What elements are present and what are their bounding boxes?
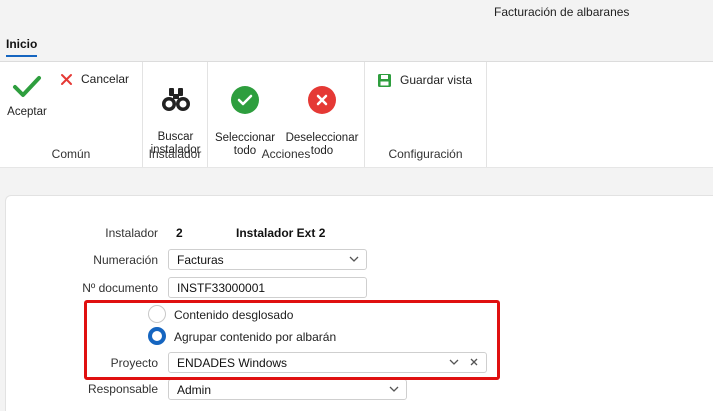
seleccionar-todo-button[interactable]: Seleccionar todo bbox=[212, 73, 278, 158]
deseleccionar-todo-button[interactable]: Deseleccionar todo bbox=[282, 73, 362, 158]
group-label-acciones: Acciones bbox=[261, 147, 311, 161]
group-acciones: Seleccionar todo Deseleccionar todo Acci… bbox=[208, 62, 365, 167]
numeracion-select[interactable]: Facturas bbox=[168, 249, 367, 270]
chevron-down-icon bbox=[389, 386, 399, 392]
instalador-name: Instalador Ext 2 bbox=[236, 226, 326, 240]
check-circle-icon bbox=[231, 86, 259, 114]
documento-value: INSTF33000001 bbox=[177, 281, 266, 295]
numeracion-label: Numeración bbox=[93, 253, 158, 267]
ribbon-toolbar: Aceptar Cancelar Común Buscar instalador… bbox=[0, 61, 713, 168]
group-label-instalador: Instalador bbox=[148, 147, 202, 161]
cancelar-button[interactable]: Cancelar bbox=[60, 73, 129, 86]
documento-label: Nº documento bbox=[82, 281, 158, 295]
checkmark-icon bbox=[13, 76, 41, 97]
responsable-label: Responsable bbox=[87, 382, 158, 396]
cancelar-label: Cancelar bbox=[81, 72, 130, 86]
instalador-label: Instalador bbox=[105, 226, 158, 240]
responsable-select[interactable]: Admin bbox=[168, 379, 407, 400]
documento-input[interactable]: INSTF33000001 bbox=[168, 277, 367, 298]
aceptar-button[interactable]: Aceptar bbox=[4, 74, 50, 119]
tab-inicio[interactable]: Inicio bbox=[6, 37, 38, 57]
buscar-instalador-button[interactable]: Buscar instalador bbox=[147, 73, 204, 157]
chevron-down-icon bbox=[349, 256, 359, 262]
aceptar-label: Aceptar bbox=[7, 106, 47, 118]
group-label-comun: Común bbox=[51, 147, 91, 161]
group-label-configuracion: Configuración bbox=[388, 147, 463, 161]
guardar-vista-button[interactable]: Guardar vista bbox=[377, 73, 472, 88]
numeracion-value: Facturas bbox=[177, 253, 224, 267]
instalador-code: 2 bbox=[176, 226, 183, 240]
guardar-vista-label: Guardar vista bbox=[400, 73, 473, 87]
group-configuracion: Guardar vista Configuración bbox=[365, 62, 487, 167]
responsable-value: Admin bbox=[177, 383, 212, 397]
group-comun: Aceptar Cancelar Común bbox=[0, 62, 143, 167]
window-title: Facturación de albaranes bbox=[494, 5, 630, 19]
binoculars-icon bbox=[161, 88, 190, 111]
highlight-box bbox=[84, 300, 500, 380]
close-icon bbox=[61, 74, 72, 85]
group-instalador: Buscar instalador Instalador bbox=[143, 62, 208, 167]
save-icon bbox=[378, 74, 391, 87]
x-circle-icon bbox=[308, 86, 336, 114]
